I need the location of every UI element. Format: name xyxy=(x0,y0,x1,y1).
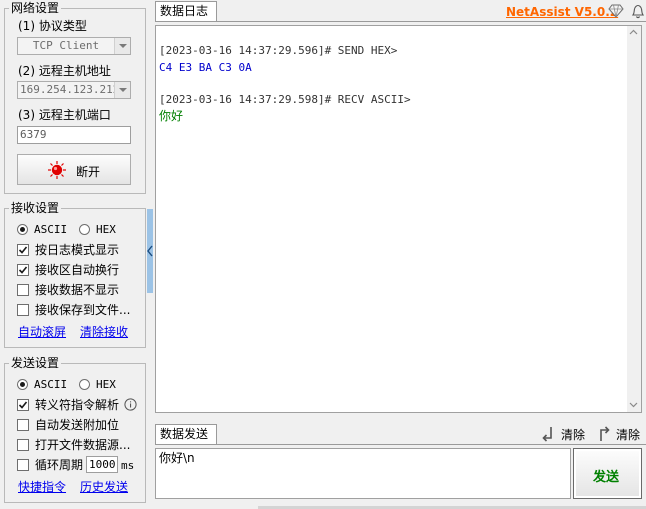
receive-hex-radio[interactable] xyxy=(79,224,90,235)
scroll-down-button[interactable] xyxy=(627,398,640,411)
remote-port-label: (3) 远程主机端口 xyxy=(18,108,111,122)
network-settings-title: 网络设置 xyxy=(9,1,62,15)
log-mode-checkbox[interactable] xyxy=(17,244,29,256)
send-button[interactable]: 发送 xyxy=(573,448,642,499)
cycle-unit-label: ms xyxy=(121,459,135,472)
receive-settings-title: 接收设置 xyxy=(9,201,62,215)
cycle-period-input[interactable]: 1000 xyxy=(86,456,118,473)
diamond-icon[interactable] xyxy=(608,4,624,18)
cycle-label: 循环周期 xyxy=(35,458,84,472)
send-hex-label: HEX xyxy=(96,378,116,391)
file-source-checkbox[interactable] xyxy=(17,439,29,451)
escape-parse-checkbox[interactable] xyxy=(17,399,29,411)
cycle-checkbox[interactable] xyxy=(17,459,29,471)
save-to-file-checkbox[interactable] xyxy=(17,304,29,316)
send-ascii-label: ASCII xyxy=(34,378,68,391)
auto-scroll-link[interactable]: 自动滚屏 xyxy=(18,325,66,339)
auto-append-checkbox[interactable] xyxy=(17,419,29,431)
log-line-recv-header: [2023-03-16 14:37:29.598]# RECV ASCII> xyxy=(159,93,411,106)
log-line-send-header: [2023-03-16 14:37:29.596]# SEND HEX> xyxy=(159,44,398,57)
disconnect-label: 断开 xyxy=(76,165,101,179)
hide-receive-checkbox[interactable] xyxy=(17,284,29,296)
clear-send-label[interactable]: 清除 xyxy=(561,428,585,442)
send-hex-radio[interactable] xyxy=(79,379,90,390)
remote-ip-label: (2) 远程主机地址 xyxy=(18,64,111,78)
send-button-label: 发送 xyxy=(593,470,620,485)
save-to-file-label: 接收保存到文件... xyxy=(35,303,131,317)
clear-receive-link[interactable]: 清除接收 xyxy=(80,325,128,339)
disconnect-button[interactable]: 断开 xyxy=(17,154,131,185)
protocol-value: TCP Client xyxy=(32,39,100,52)
quick-command-link[interactable]: 快捷指令 xyxy=(18,480,66,494)
auto-wrap-checkbox[interactable] xyxy=(17,264,29,276)
log-mode-label: 按日志模式显示 xyxy=(35,243,120,257)
scroll-up-button[interactable] xyxy=(627,26,640,39)
log-line-send-data: C4 E3 BA C3 0A xyxy=(159,61,252,74)
history-send-link[interactable]: 历史发送 xyxy=(80,480,128,494)
clear-send-icon[interactable] xyxy=(541,426,555,442)
tab-underline xyxy=(155,21,646,22)
receive-ascii-label: ASCII xyxy=(34,223,68,236)
remote-port-input[interactable]: 6379 xyxy=(17,126,131,144)
escape-parse-label: 转义符指令解析 xyxy=(35,398,120,412)
auto-append-label: 自动发送附加位 xyxy=(35,418,120,432)
sidebar-collapse-handle[interactable] xyxy=(147,209,153,293)
protocol-label: (1) 协议类型 xyxy=(18,19,87,33)
chevron-down-icon[interactable] xyxy=(114,82,130,98)
log-scrollbar[interactable] xyxy=(627,26,641,412)
clear-history-label[interactable]: 清除 xyxy=(616,428,640,442)
connection-status-icon xyxy=(48,161,66,179)
chevron-left-icon xyxy=(147,245,153,257)
receive-ascii-radio[interactable] xyxy=(17,224,28,235)
log-line-recv-data: 你好 xyxy=(159,109,184,123)
send-settings-title: 发送设置 xyxy=(9,356,62,370)
send-input-text: 你好\n xyxy=(159,451,195,465)
tab-data-log[interactable]: 数据日志 xyxy=(155,1,217,21)
chevron-down-icon[interactable] xyxy=(114,38,130,54)
auto-wrap-label: 接收区自动换行 xyxy=(35,263,120,277)
send-input-area[interactable]: 你好\n xyxy=(155,448,571,499)
clear-history-icon[interactable] xyxy=(597,426,611,442)
brand-label[interactable]: NetAssist V5.0.2 xyxy=(506,5,618,19)
hide-receive-label: 接收数据不显示 xyxy=(35,283,120,297)
info-icon[interactable] xyxy=(124,398,137,411)
receive-log-area[interactable]: [2023-03-16 14:37:29.596]# SEND HEX> C4 … xyxy=(155,25,642,413)
remote-ip-select[interactable]: 169.254.123.212 xyxy=(17,81,131,99)
tab-data-send[interactable]: 数据发送 xyxy=(155,424,217,444)
protocol-select[interactable]: TCP Client xyxy=(17,37,131,55)
file-source-label: 打开文件数据源... xyxy=(35,438,131,452)
receive-hex-label: HEX xyxy=(96,223,116,236)
send-ascii-radio[interactable] xyxy=(17,379,28,390)
send-tab-underline xyxy=(155,444,646,445)
bell-icon[interactable] xyxy=(630,3,646,19)
remote-ip-value: 169.254.123.212 xyxy=(20,83,120,96)
